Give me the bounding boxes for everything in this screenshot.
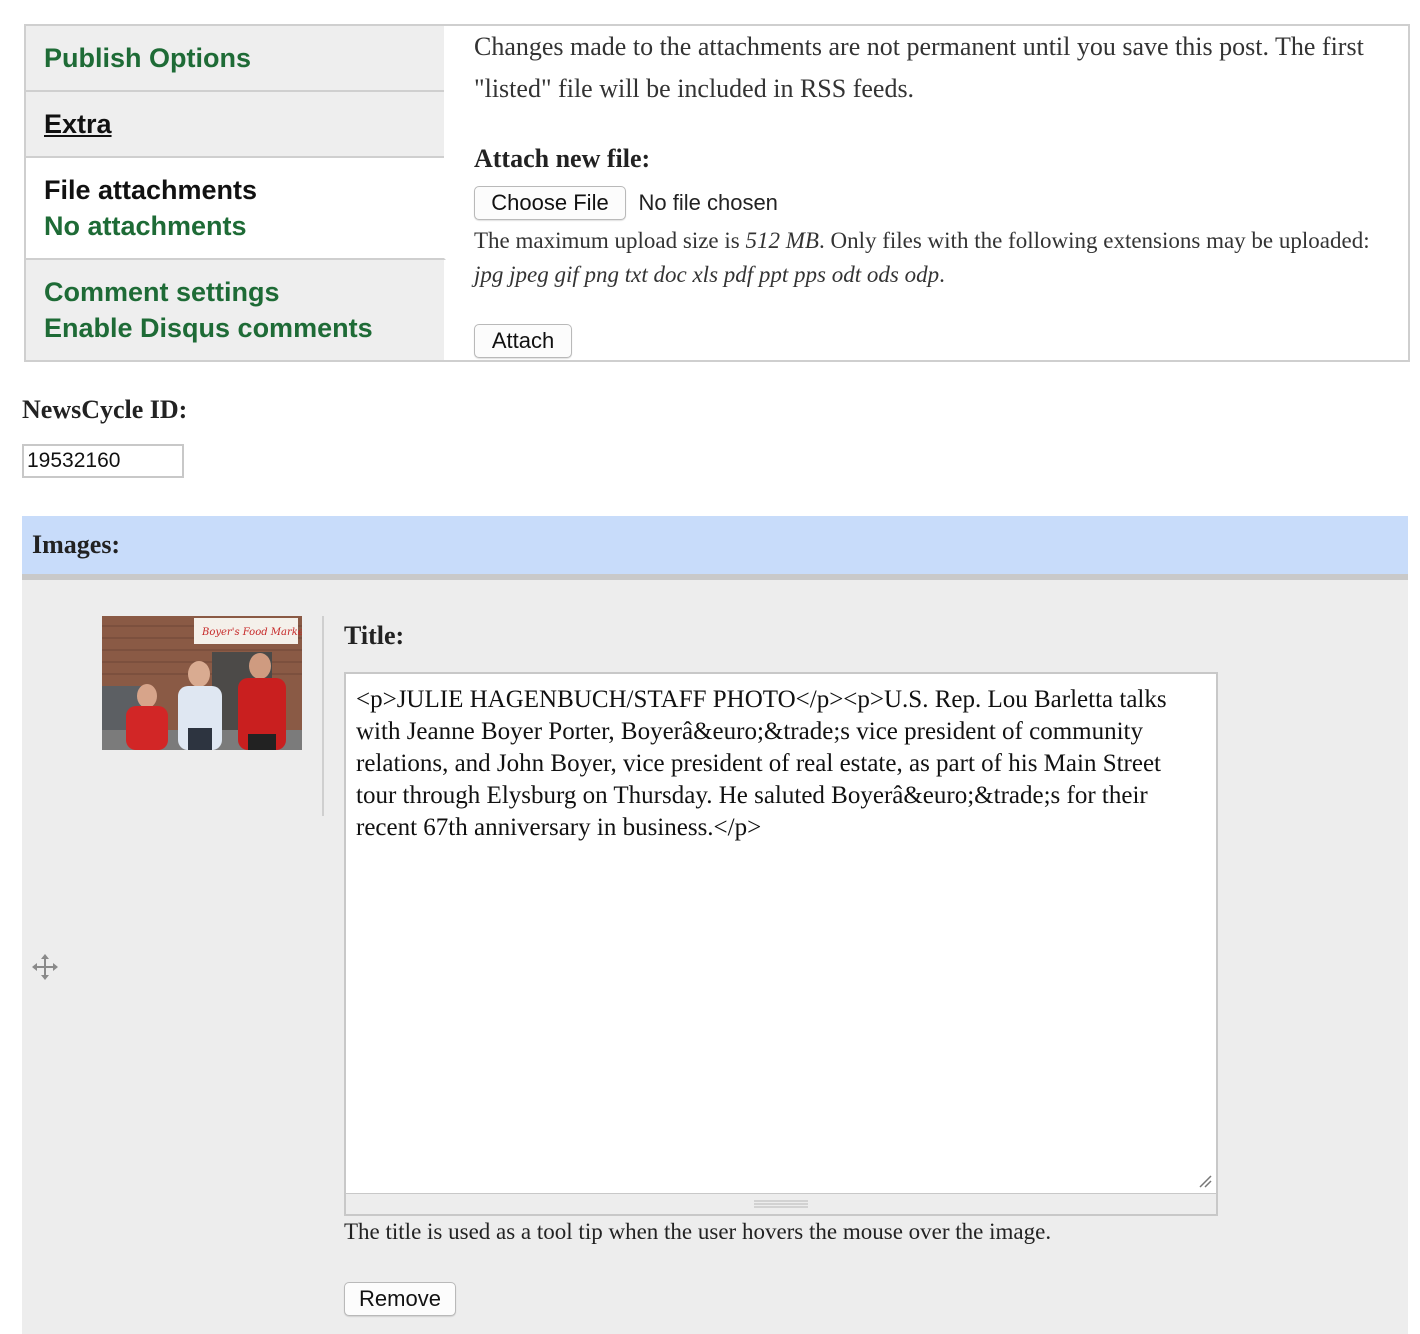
tab-extra[interactable]: Extra xyxy=(26,92,444,158)
drag-handle-icon[interactable] xyxy=(32,954,58,980)
help-middle: . Only files with the following extensio… xyxy=(818,228,1370,253)
upload-help-text: The maximum upload size is 512 MB. Only … xyxy=(474,224,1384,292)
image-item: Boyer's Food Markets Title: <p>JULIE HAG… xyxy=(22,580,1408,1334)
help-prefix: The maximum upload size is xyxy=(474,228,746,253)
tab-title[interactable]: File attachments xyxy=(44,172,444,208)
remove-image-button[interactable]: Remove xyxy=(344,1282,456,1316)
tab-comment-settings[interactable]: Comment settings Enable Disqus comments xyxy=(26,260,444,360)
newscycle-id-input[interactable] xyxy=(22,444,184,478)
textarea-grippie[interactable] xyxy=(346,1194,1216,1214)
grippie-icon xyxy=(754,1200,808,1208)
attachments-notice: Changes made to the attachments are not … xyxy=(474,32,1364,103)
resize-corner-icon[interactable] xyxy=(1198,1174,1212,1188)
tab-summary: Enable Disqus comments xyxy=(44,313,373,343)
attach-button[interactable]: Attach xyxy=(474,324,572,358)
image-thumbnail: Boyer's Food Markets xyxy=(102,616,302,750)
image-title-textarea[interactable]: <p>JULIE HAGENBUCH/STAFF PHOTO</p><p>U.S… xyxy=(346,674,1216,1194)
images-section-header: Images: xyxy=(22,516,1408,580)
image-title-label: Title: xyxy=(344,621,405,650)
vertical-tabs: Publish Options Extra File attachments N… xyxy=(24,24,1410,362)
file-input[interactable]: Choose File No file chosen xyxy=(474,186,778,220)
help-suffix: . xyxy=(939,262,945,287)
images-heading: Images: xyxy=(32,530,121,559)
newscycle-id-label: NewsCycle ID: xyxy=(22,395,188,424)
tab-title[interactable]: Extra xyxy=(44,106,444,142)
max-upload-size: 512 MB xyxy=(745,228,819,253)
tab-file-attachments[interactable]: File attachments No attachments xyxy=(26,158,446,260)
vertical-tab-list: Publish Options Extra File attachments N… xyxy=(26,26,446,360)
allowed-extensions: jpg jpeg gif png txt doc xls pdf ppt pps… xyxy=(474,262,940,287)
no-file-chosen-text: No file chosen xyxy=(638,190,778,215)
choose-file-button[interactable]: Choose File xyxy=(474,186,626,220)
image-title-description: The title is used as a tool tip when the… xyxy=(344,1219,1052,1244)
tab-publish-options[interactable]: Publish Options xyxy=(26,26,444,92)
image-title-field: <p>JULIE HAGENBUCH/STAFF PHOTO</p><p>U.S… xyxy=(344,672,1218,1216)
thumbnail-sign-text: Boyer's Food Markets xyxy=(201,627,302,638)
tab-title[interactable]: Publish Options xyxy=(44,40,444,76)
tab-title[interactable]: Comment settings xyxy=(44,274,444,310)
attach-new-file-label: Attach new file: xyxy=(474,144,651,173)
thumbnail-divider xyxy=(322,616,324,816)
tab-summary: No attachments xyxy=(44,211,247,241)
